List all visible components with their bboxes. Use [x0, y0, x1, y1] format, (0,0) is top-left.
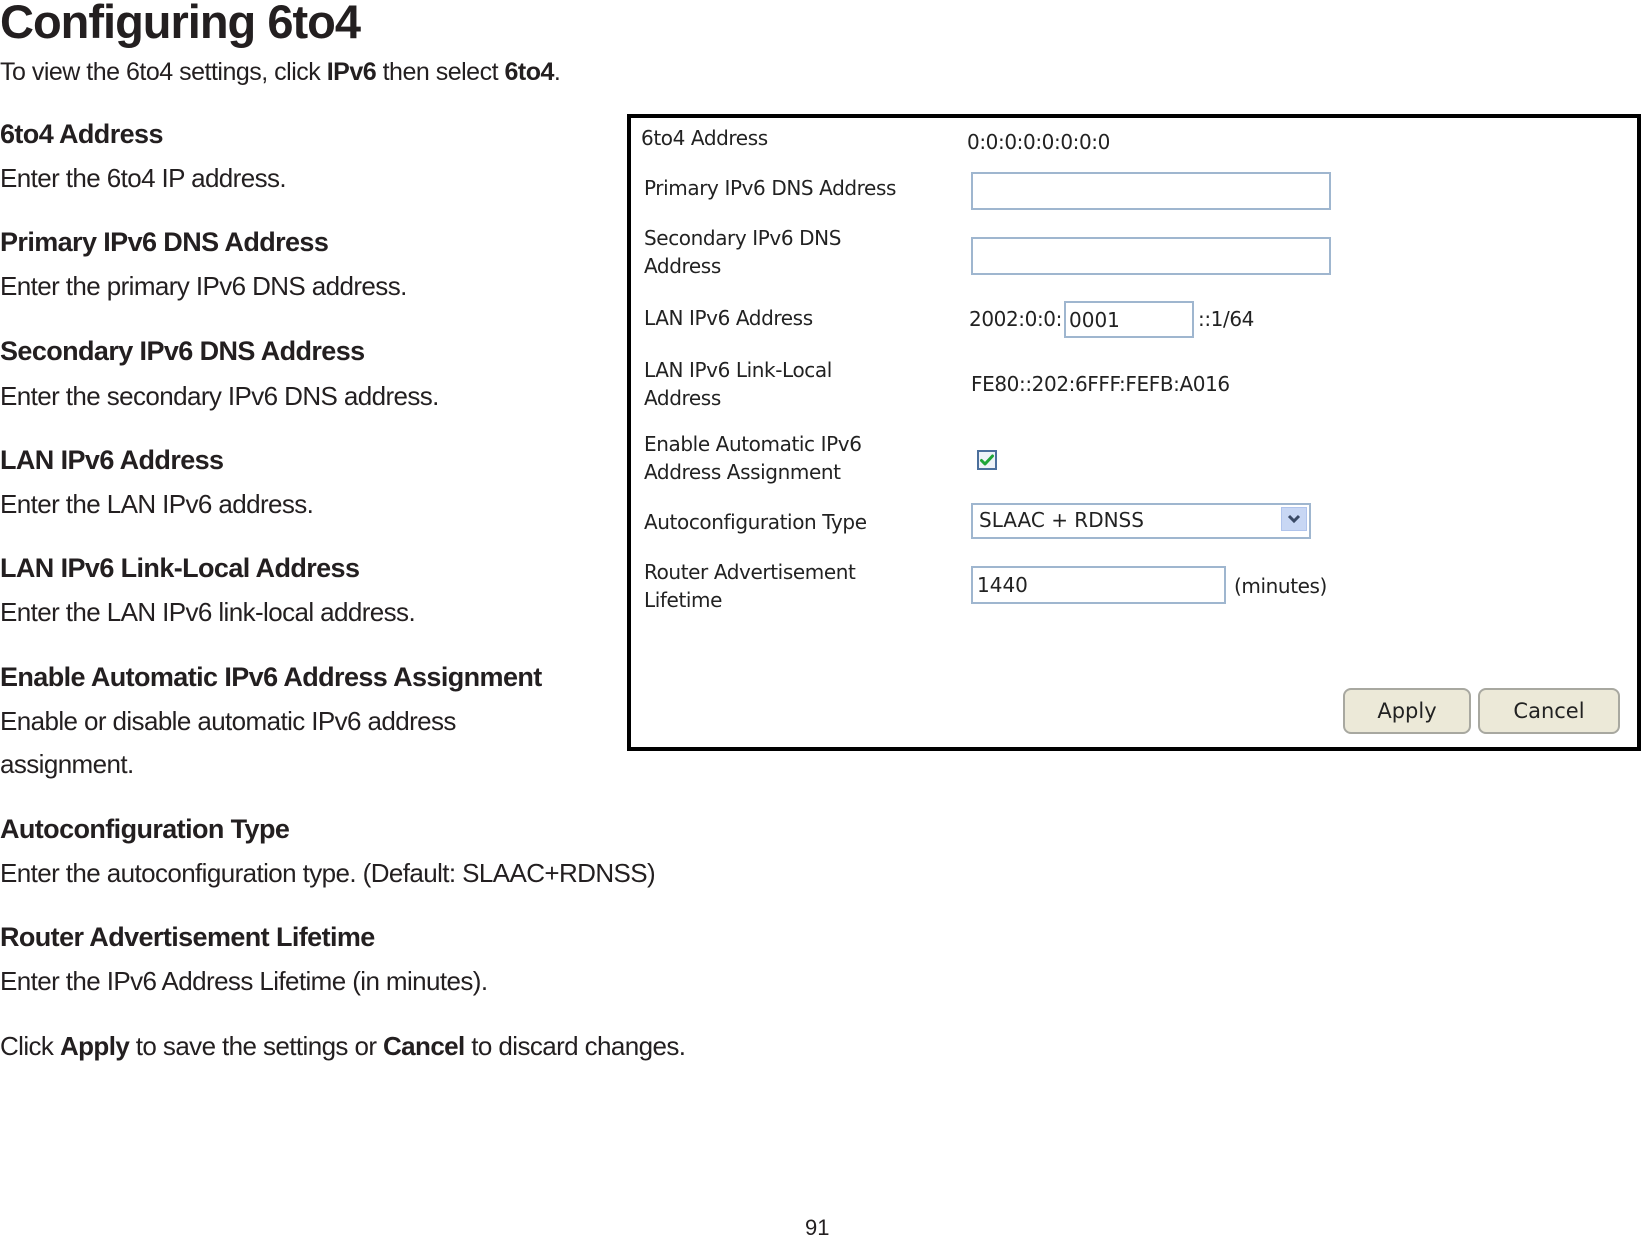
label-auto-assign: Enable Automatic IPv6 Address Assignment — [644, 430, 862, 486]
closing-apply-term: Apply — [59, 1031, 130, 1061]
intro-suffix: . — [553, 58, 561, 86]
primary-dns-input[interactable] — [971, 172, 1331, 210]
label-link-local: LAN IPv6 Link-Local Address — [644, 356, 832, 412]
section-heading-6to4-address: 6to4 Address — [0, 119, 163, 149]
intro-text: To view the 6to4 settings, click IPv6 th… — [0, 58, 561, 87]
intro-ipv6-term: IPv6 — [326, 58, 377, 86]
apply-button[interactable]: Apply — [1343, 688, 1471, 734]
label-link-local-line2: Address — [644, 386, 721, 410]
page-title: Configuring 6to4 — [0, 0, 361, 48]
lan-ipv6-input[interactable] — [1064, 301, 1194, 338]
label-lan-ipv6: LAN IPv6 Address — [644, 306, 813, 330]
intro-middle: then select — [376, 58, 505, 86]
label-primary-dns: Primary IPv6 DNS Address — [644, 176, 896, 200]
section-heading-ra-lifetime: Router Advertisement Lifetime — [0, 922, 375, 952]
label-auto-assign-line1: Enable Automatic IPv6 — [644, 432, 862, 456]
lan-ipv6-suffix: ::1/64 — [1198, 307, 1254, 331]
label-link-local-line1: LAN IPv6 Link-Local — [644, 358, 832, 382]
intro-6to4-term: 6to4 — [504, 58, 554, 86]
closing-cancel-term: Cancel — [383, 1031, 465, 1061]
cancel-button[interactable]: Cancel — [1478, 688, 1620, 734]
label-secondary-dns-line1: Secondary IPv6 DNS — [644, 226, 842, 250]
secondary-dns-input[interactable] — [971, 237, 1331, 275]
closing-middle: to save the settings or — [129, 1031, 383, 1061]
autoconfig-type-selected: SLAAC + RDNSS — [979, 508, 1144, 532]
section-desc-autoconfig-type: Enter the autoconfiguration type. (Defau… — [0, 858, 656, 888]
intro-prefix: To view the 6to4 settings, click — [0, 58, 327, 86]
section-heading-link-local: LAN IPv6 Link-Local Address — [0, 553, 360, 583]
chevron-down-icon[interactable] — [1281, 507, 1307, 531]
closing-text: Click Apply to save the settings or Canc… — [0, 1031, 686, 1062]
ra-lifetime-unit: (minutes) — [1234, 574, 1327, 598]
page-number: 91 — [805, 1215, 830, 1240]
section-heading-lan-ipv6: LAN IPv6 Address — [0, 445, 224, 475]
section-desc-auto-assign-2: assignment. — [0, 749, 134, 779]
label-ra-lifetime: Router Advertisement Lifetime — [644, 558, 856, 614]
section-desc-lan-ipv6: Enter the LAN IPv6 address. — [0, 489, 314, 519]
label-ra-lifetime-line1: Router Advertisement — [644, 560, 856, 584]
value-link-local: FE80::202:6FFF:FEFB:A016 — [971, 372, 1230, 396]
section-desc-link-local: Enter the LAN IPv6 link-local address. — [0, 597, 416, 627]
section-heading-auto-assign: Enable Automatic IPv6 Address Assignment — [0, 662, 542, 692]
checkmark-icon — [980, 454, 994, 466]
auto-assign-checkbox[interactable] — [977, 450, 997, 470]
label-6to4-address: 6to4 Address — [641, 126, 768, 150]
section-desc-secondary-dns: Enter the secondary IPv6 DNS address. — [0, 381, 439, 411]
section-heading-autoconfig-type: Autoconfiguration Type — [0, 814, 290, 844]
closing-suffix: to discard changes. — [464, 1031, 686, 1061]
section-desc-ra-lifetime: Enter the IPv6 Address Lifetime (in minu… — [0, 966, 488, 996]
section-heading-secondary-dns: Secondary IPv6 DNS Address — [0, 336, 365, 366]
label-secondary-dns-line2: Address — [644, 254, 721, 278]
lan-ipv6-prefix: 2002:0:0: — [969, 307, 1062, 331]
label-ra-lifetime-line2: Lifetime — [644, 588, 723, 612]
label-autoconfig-type: Autoconfiguration Type — [644, 510, 867, 534]
autoconfig-type-select[interactable]: SLAAC + RDNSS — [971, 503, 1311, 539]
label-auto-assign-line2: Address Assignment — [644, 460, 841, 484]
ra-lifetime-input[interactable] — [971, 566, 1226, 604]
section-desc-6to4-address: Enter the 6to4 IP address. — [0, 163, 287, 193]
section-desc-auto-assign-1: Enable or disable automatic IPv6 address — [0, 706, 456, 736]
label-secondary-dns: Secondary IPv6 DNS Address — [644, 224, 841, 280]
closing-prefix: Click — [0, 1031, 60, 1061]
value-6to4-address: 0:0:0:0:0:0:0:0 — [967, 130, 1110, 154]
section-desc-primary-dns: Enter the primary IPv6 DNS address. — [0, 271, 407, 301]
settings-screenshot-frame: 6to4 Address 0:0:0:0:0:0:0:0 Primary IPv… — [627, 114, 1641, 751]
section-heading-primary-dns: Primary IPv6 DNS Address — [0, 227, 329, 257]
